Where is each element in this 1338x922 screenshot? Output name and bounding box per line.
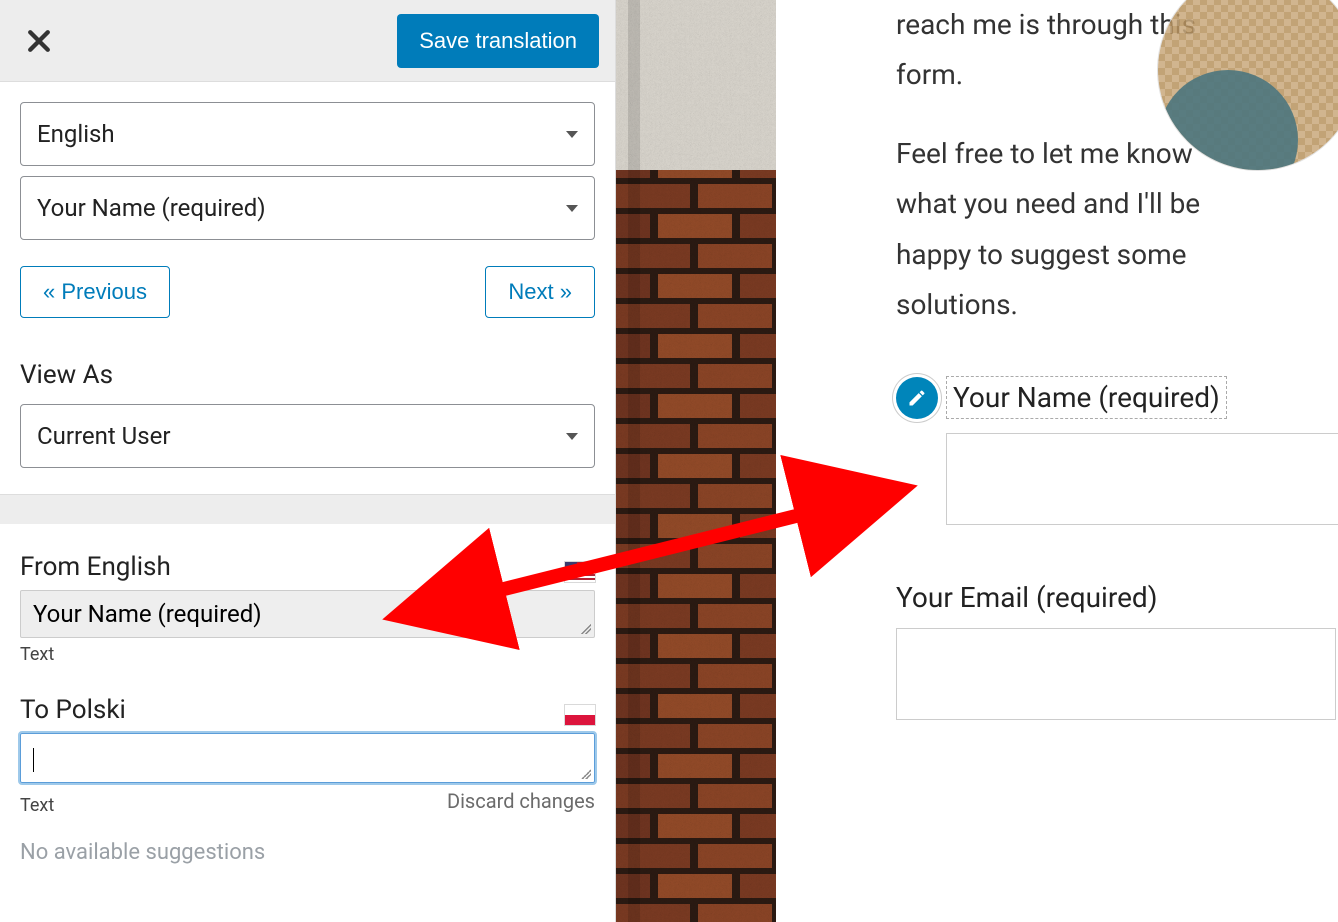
close-icon[interactable]	[24, 26, 54, 56]
preview-name-label: Your Name (required)	[946, 376, 1227, 419]
target-type-label: Text	[20, 795, 54, 816]
chevron-down-icon	[566, 205, 578, 212]
view-as-heading: View As	[20, 360, 595, 390]
view-as-select-value: Current User	[37, 422, 171, 450]
discard-changes-link[interactable]: Discard changes	[447, 789, 595, 816]
string-select[interactable]: Your Name (required)	[20, 176, 595, 240]
target-text-input[interactable]	[20, 733, 595, 783]
to-language-label: To Polski	[20, 695, 126, 725]
no-suggestions-text: No available suggestions	[20, 840, 595, 865]
language-select[interactable]: English	[20, 102, 595, 166]
save-translation-button[interactable]: Save translation	[397, 14, 599, 68]
chevron-down-icon	[566, 131, 578, 138]
view-as-select[interactable]: Current User	[20, 404, 595, 468]
previous-button[interactable]: « Previous	[20, 266, 170, 318]
background-image-strip	[616, 0, 776, 922]
string-select-value: Your Name (required)	[37, 194, 266, 222]
source-type-label: Text	[20, 644, 595, 665]
preview-paragraph-2: Feel free to let me know what you need a…	[896, 129, 1226, 331]
chevron-down-icon	[566, 433, 578, 440]
flag-pl-icon	[565, 705, 595, 725]
preview-email-label: Your Email (required)	[896, 581, 1338, 614]
edit-translation-badge[interactable]	[896, 377, 938, 419]
preview-name-input[interactable]	[946, 433, 1338, 525]
next-button[interactable]: Next »	[485, 266, 595, 318]
source-text-box: Your Name (required)	[20, 590, 595, 638]
flag-us-icon	[565, 562, 595, 582]
language-select-value: English	[37, 120, 115, 148]
preview-email-input[interactable]	[896, 628, 1336, 720]
source-text-value: Your Name (required)	[33, 600, 262, 628]
from-language-label: From English	[20, 552, 171, 582]
